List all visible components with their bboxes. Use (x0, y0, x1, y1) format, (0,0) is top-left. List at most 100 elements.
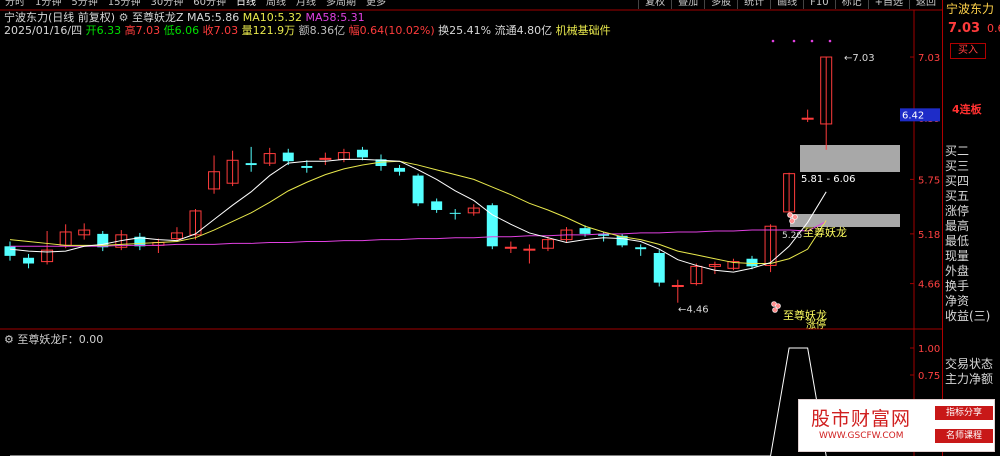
current-price-tag-label: 6.42 (902, 110, 924, 121)
candle-body-up (523, 248, 536, 251)
candle-body-down (635, 247, 647, 250)
candle-series (4, 56, 833, 303)
candle-body-down (301, 166, 313, 168)
quote-label-extra-0: 交易状态 (945, 357, 994, 371)
float-value: 流通4.80亿 (494, 24, 553, 37)
quote-list: 买二 买三 买四 买五 涨停 最高 最低 现量 外盘 换手 净资 收益(三) (945, 144, 990, 324)
quote-label-2: 买四 (945, 174, 970, 188)
volume-value: 121.9万 (252, 24, 296, 37)
range-annotation: 5.81 - 6.06 (801, 174, 856, 185)
header-indicator[interactable]: 至尊妖龙Z (132, 11, 184, 24)
quote-label-1: 买三 (945, 159, 970, 173)
candle-body-down (4, 246, 16, 256)
signal-label-1: 至尊妖龙 (803, 225, 847, 239)
buy-button[interactable]: 买入 (950, 43, 986, 59)
ma58-label: MA58: (305, 11, 341, 24)
candle-body-up (801, 117, 814, 120)
candle-body-down (245, 163, 257, 166)
limit-up-dot (810, 39, 814, 43)
candle-body-up (671, 284, 684, 287)
watermark: 股市财富网 WWW.GSCFW.COM 指标分享 名师课程 (798, 399, 995, 452)
quote-list-secondary: 交易状态 主力净额 (945, 357, 993, 387)
candle-body-down (282, 152, 294, 162)
indicator-tick-label: 1.00 (918, 344, 940, 355)
price-axis: 7.036.395.755.184.666.42 (900, 53, 940, 291)
low-value: 6.06 (174, 24, 200, 37)
date-value: 2025/01/16/四 (4, 24, 83, 37)
turnover-value: 换25.41% (438, 24, 492, 37)
panel-stock-name: 宁波东力 (946, 2, 995, 16)
candle-body-down (746, 258, 758, 267)
sector-value: 机械基础件 (555, 24, 611, 37)
resistance-box-upper (800, 145, 900, 172)
header-period-desc: (日线 前复权) (48, 11, 116, 24)
candle-body-down (449, 212, 461, 214)
streak-badge: 4连板 (952, 103, 982, 116)
indicator-title-text: 至尊妖龙F：0.00 (17, 333, 104, 346)
watermark-badge-share[interactable]: 指标分享 (935, 406, 993, 420)
candle-body-down (653, 252, 665, 283)
low-label: 低 (163, 24, 175, 37)
close-label: 收 (202, 24, 214, 37)
quote-label-11: 收益(三) (945, 309, 991, 323)
indicator-tick-label: 0.75 (918, 371, 940, 382)
low-annotation: ←4.46 (678, 305, 709, 316)
watermark-url: WWW.GSCFW.COM (819, 431, 904, 441)
limit-up-dot (828, 39, 832, 43)
gear-icon[interactable]: ⚙ (119, 11, 129, 24)
quote-label-5: 最高 (945, 219, 970, 233)
limit-up-dot (792, 39, 796, 43)
signal-marker (772, 307, 778, 313)
candle-body-down (412, 175, 424, 204)
quote-label-4: 涨停 (945, 204, 970, 218)
ma5-label: MA5: (187, 11, 215, 24)
signal-label-3: 涨停 (806, 318, 826, 331)
high-value: 7.03 (135, 24, 161, 37)
open-label: 开 (85, 24, 97, 37)
candle-body-up (319, 157, 332, 160)
ma58-value: 5.31 (340, 11, 365, 24)
quote-panel: 宁波东力 7.03 0.6 买入 4连板 买二买三买四买五涨停最高最低现量外盘换… (942, 0, 1000, 456)
amount-value: 8.36亿 (309, 24, 346, 37)
open-value: 6.33 (96, 24, 122, 37)
quote-label-7: 现量 (945, 249, 970, 263)
watermark-title: 股市财富网 (811, 408, 912, 430)
watermark-badge-course[interactable]: 名师课程 (935, 429, 993, 443)
quote-label-10: 净资 (945, 294, 970, 308)
ma58-line (10, 221, 827, 247)
chart-annotations: ←7.03←4.465.81 - 6.065.26 至尊妖龙至尊妖龙涨停 (678, 53, 875, 331)
quote-label-9: 换手 (945, 279, 970, 293)
panel-price: 7.03 (948, 21, 981, 36)
candle-body-down (356, 149, 368, 158)
indicator-gear-icon[interactable]: ⚙ (4, 333, 14, 346)
header-stock-name: 宁波东力 (4, 11, 48, 24)
amount-label: 额 (298, 24, 310, 37)
price-tick-label: 5.75 (918, 175, 940, 186)
high-label: 高 (124, 24, 136, 37)
quote-label-6: 最低 (945, 234, 970, 248)
price-tick-label: 4.66 (918, 280, 940, 291)
candle-body-down (23, 257, 35, 264)
indicator-line (10, 347, 827, 456)
chart-header-line2: 2025/01/16/四 开6.33 高7.03 低6.06 收7.03 量12… (4, 24, 611, 37)
candle-body-down (579, 228, 591, 234)
ma10-label: MA10: (242, 11, 278, 24)
quote-label-8: 外盘 (945, 264, 970, 278)
candle-body-down (431, 201, 443, 210)
high-annotation: ←7.03 (844, 53, 875, 64)
signal-marker (787, 212, 793, 218)
ma5-value: 5.86 (214, 11, 240, 24)
change-label: 幅 (348, 24, 360, 37)
signal-marker (789, 218, 795, 224)
price-tick-label: 5.18 (918, 230, 940, 241)
limit-up-dot (771, 39, 775, 43)
price-tick-label: 7.03 (918, 53, 940, 64)
change-value: 0.64(10.02%) (359, 24, 435, 37)
quote-label-0: 买二 (945, 144, 970, 158)
candle-body-up (504, 246, 517, 249)
close-value: 7.03 (213, 24, 239, 37)
quote-label-3: 买五 (945, 189, 970, 203)
indicator-title: ⚙ 至尊妖龙F：0.00 (4, 331, 103, 347)
kline-chart[interactable]: ←7.03←4.465.81 - 6.065.26 至尊妖龙至尊妖龙涨停 7.03… (0, 0, 942, 456)
quote-label-extra-1: 主力净额 (945, 372, 994, 386)
